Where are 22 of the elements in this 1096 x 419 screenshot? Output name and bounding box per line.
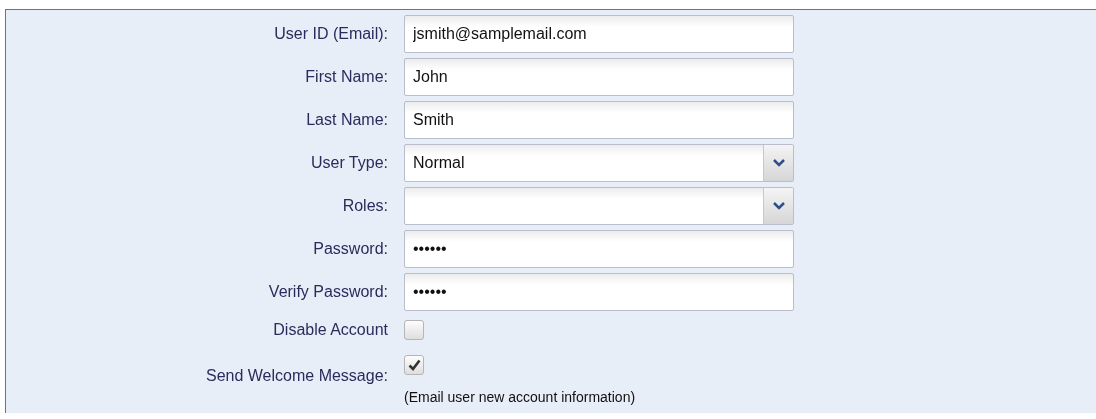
checkbox[interactable] [404,320,424,340]
field-label: Last Name: [306,111,388,129]
text-field[interactable]: jsmith@samplemail.com [404,15,794,53]
field-label: Disable Account [273,321,388,339]
checkmark-icon [407,359,421,371]
field-label: Send Welcome Message: [206,367,388,385]
hint-text: (Email user new account information) [404,389,637,405]
dropdown-field[interactable]: Normal [404,144,794,182]
field-label: Password: [313,240,388,258]
text-field[interactable]: •••••• [404,230,794,268]
field-label: User ID (Email): [274,25,388,43]
chevron-down-icon [772,159,785,167]
text-field[interactable]: Smith [404,101,794,139]
checkbox[interactable] [404,355,424,375]
field-label: User Type: [310,154,388,172]
text-field[interactable]: John [404,58,794,96]
chevron-down-icon [772,202,785,210]
field-label: Verify Password: [268,283,388,301]
text-field[interactable]: •••••• [404,273,794,311]
field-label: First Name: [305,68,388,86]
field-label: Roles: [342,197,388,215]
dropdown-field[interactable] [404,187,794,225]
